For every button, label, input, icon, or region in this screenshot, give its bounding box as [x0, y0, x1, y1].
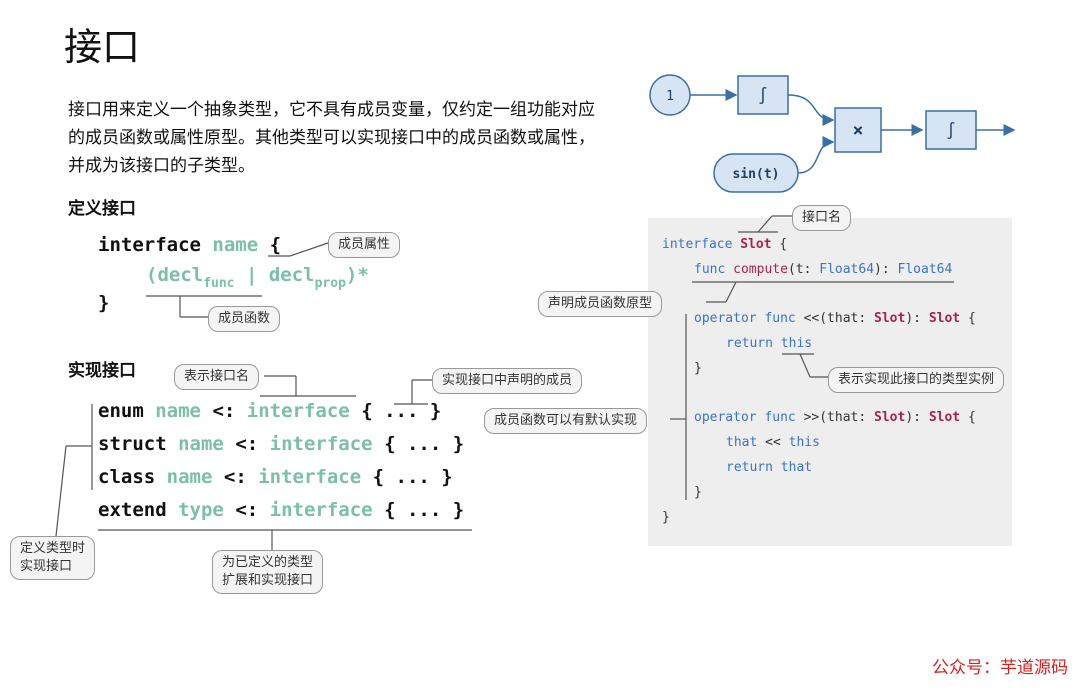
code-line-close-3: }	[662, 510, 670, 525]
multiply-label: ×	[853, 120, 864, 141]
integral-label-1: ∫	[758, 86, 768, 105]
integral-label-2: ∫	[946, 121, 956, 140]
sin-input-label: sin(t)	[733, 167, 780, 182]
const-input-label: 1	[666, 89, 674, 104]
watermark: 公众号：芋道源码	[932, 658, 1068, 678]
flow-diagram: 1 ∫ sin(t) × ∫	[649, 74, 1016, 193]
right-connector-lines	[670, 215, 954, 500]
